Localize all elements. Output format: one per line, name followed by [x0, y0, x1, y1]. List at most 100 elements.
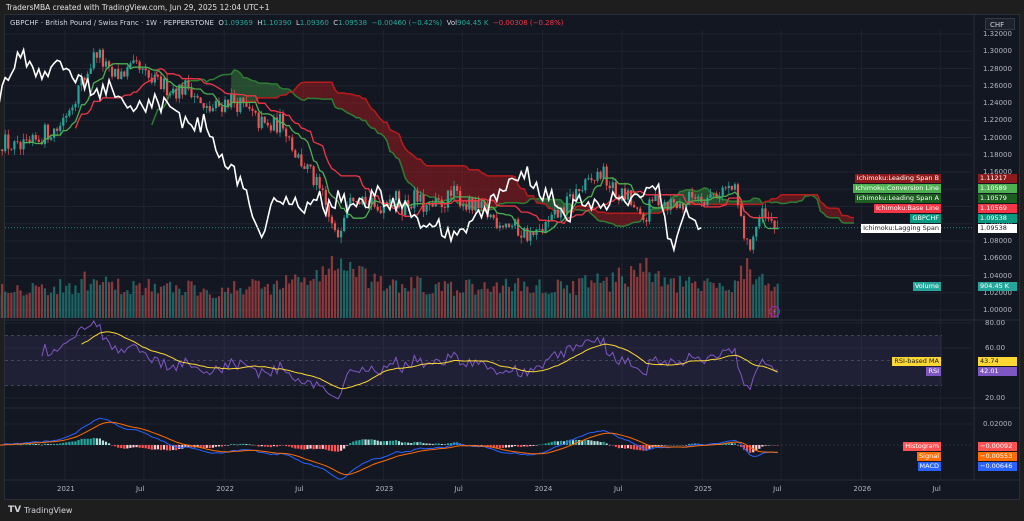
volume-bar: [523, 281, 526, 318]
volume-bar: [25, 294, 28, 318]
volume-bar: [120, 294, 123, 318]
volume-bar: [135, 285, 138, 318]
macd-histogram-bar: [385, 441, 388, 445]
macd-histogram-bar: [281, 445, 285, 446]
cloud-bearish-segment: [600, 212, 604, 222]
volume-bar: [211, 297, 214, 318]
macd-histogram-bar: [626, 445, 630, 449]
candle-body: [764, 208, 767, 218]
macd-histogram-bar: [538, 444, 541, 446]
volume-bar: [303, 277, 306, 318]
candle-body: [266, 122, 269, 126]
volume-bar: [205, 290, 208, 318]
chart-canvas[interactable]: [0, 0, 1024, 521]
macd-histogram-bar: [596, 441, 599, 445]
cloud-bearish-segment: [423, 163, 427, 196]
candle-body: [190, 88, 193, 98]
volume-bar: [336, 268, 340, 318]
macd-histogram-bar: [202, 445, 205, 449]
macd-histogram-bar: [123, 445, 126, 449]
volume-bar: [620, 276, 624, 318]
volume-bar: [623, 283, 627, 318]
macd-histogram-bar: [425, 443, 428, 445]
macd-histogram-bar: [358, 440, 361, 445]
volume-bar: [77, 292, 80, 318]
macd-histogram-bar: [489, 445, 492, 447]
volume-bar: [98, 284, 101, 318]
tradingview-logo-icon[interactable]: TV: [8, 505, 21, 515]
volume-bar: [162, 285, 166, 318]
candle-body: [193, 96, 196, 98]
candle-body: [550, 214, 553, 221]
candle-body: [578, 189, 581, 192]
volume-bar: [587, 287, 590, 318]
volume-bar: [440, 291, 443, 318]
cloud-bearish-segment: [310, 82, 314, 99]
volume-bar: [709, 281, 712, 318]
macd-histogram-bar: [477, 445, 480, 446]
candle-body: [309, 164, 312, 167]
candle-body: [117, 68, 120, 80]
candle-body: [202, 103, 205, 108]
symbol-name[interactable]: GBPCHF · British Pound / Swiss Franc · 1…: [10, 19, 214, 27]
footer-brand[interactable]: TradingView: [24, 506, 72, 515]
volume-bar: [764, 285, 767, 318]
candle-body: [587, 178, 590, 180]
cloud-bearish-segment: [313, 82, 317, 99]
candle-body: [196, 96, 199, 98]
macd-histogram-bar: [630, 445, 633, 450]
lightning-event-icon[interactable]: ⚡: [769, 306, 780, 317]
open-value: 1.09369: [223, 19, 253, 27]
macd-histogram-bar: [120, 445, 123, 449]
macd-histogram-bar: [162, 445, 166, 450]
volume-bar: [324, 274, 327, 318]
label-value: 1.10569: [978, 204, 1017, 213]
candle-body: [104, 61, 108, 67]
macd-histogram-bar: [633, 445, 636, 450]
candle-body: [614, 182, 617, 196]
candle-body: [394, 191, 398, 201]
macd-histogram-bar: [147, 445, 150, 449]
label-name: Ichimoku:Lagging Span: [861, 224, 941, 233]
cloud-bearish-segment: [521, 188, 525, 204]
volume-bar: [617, 267, 620, 318]
volume-bar: [312, 278, 315, 318]
volume-bar: [608, 291, 611, 318]
macd-histogram-bar: [553, 441, 556, 445]
volume-bar: [294, 274, 297, 318]
candle-body: [733, 184, 737, 190]
volume-bar: [684, 280, 688, 318]
candle-body: [724, 187, 727, 189]
volume-bar: [746, 258, 749, 318]
cloud-bearish-segment: [429, 165, 433, 198]
rsi-axis-tick: 60.00: [985, 344, 1006, 352]
volume-bar: [40, 284, 43, 318]
volume-bar: [715, 287, 718, 318]
volume-bar: [19, 290, 22, 318]
volume-bar: [236, 290, 239, 318]
macd-histogram-bar: [483, 445, 486, 446]
volume-bar: [1, 284, 4, 318]
cloud-bullish-segment: [258, 83, 262, 98]
macd-histogram-bar: [593, 441, 596, 445]
volume-bar: [239, 288, 242, 318]
currency-button[interactable]: CHF: [985, 18, 1015, 30]
candle-body: [721, 187, 724, 196]
candle-body: [489, 214, 492, 218]
candle-body: [504, 223, 508, 227]
volume-bar: [358, 265, 361, 318]
macd-histogram-bar: [517, 445, 520, 447]
macd-histogram-bar: [83, 438, 86, 445]
volume-bar: [388, 285, 392, 318]
volume-bar: [425, 294, 428, 318]
cloud-bearish-segment: [789, 194, 793, 203]
candle-body: [758, 217, 761, 227]
macd-histogram-bar: [217, 445, 221, 447]
macd-histogram-bar: [602, 441, 605, 445]
volume-bar: [92, 279, 95, 318]
volume-bar: [272, 284, 276, 318]
candle-body: [285, 128, 288, 137]
volume-bar: [300, 282, 303, 318]
candle-body: [608, 185, 611, 189]
candle-body: [138, 61, 141, 70]
